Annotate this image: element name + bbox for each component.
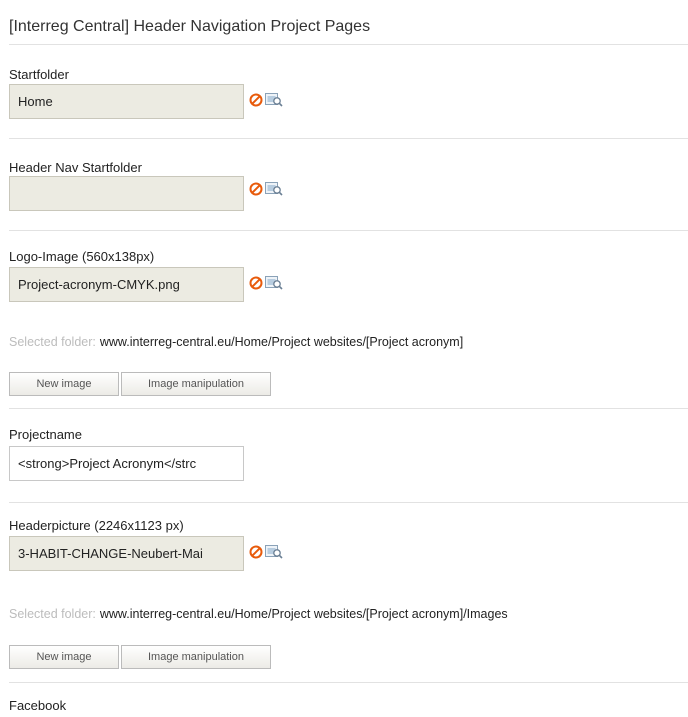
- divider: [9, 408, 688, 409]
- selected-folder-path: www.interreg-central.eu/Home/Project web…: [99, 335, 464, 349]
- startfolder-actions: [249, 93, 283, 111]
- cancel-icon[interactable]: [249, 93, 263, 112]
- selected-folder-headerpicture: Selected folder: www.interreg-central.eu/…: [9, 607, 508, 621]
- startfolder-label: Startfolder: [9, 67, 69, 82]
- new-image-button[interactable]: New image: [9, 372, 119, 396]
- image-browse-icon[interactable]: [265, 181, 283, 201]
- cancel-icon[interactable]: [249, 545, 263, 564]
- divider: [9, 230, 688, 231]
- selected-folder-key: Selected folder:: [9, 335, 96, 349]
- image-browse-icon[interactable]: [265, 544, 283, 564]
- startfolder-field[interactable]: Home: [9, 84, 244, 119]
- image-browse-icon[interactable]: [265, 275, 283, 295]
- divider: [9, 44, 688, 45]
- divider: [9, 682, 688, 683]
- logo-image-actions: [249, 276, 283, 294]
- page-title: [Interreg Central] Header Navigation Pro…: [9, 18, 371, 35]
- cancel-icon[interactable]: [249, 182, 263, 201]
- logo-image-field[interactable]: Project-acronym-CMYK.png: [9, 267, 244, 302]
- selected-folder-key: Selected folder:: [9, 607, 96, 621]
- selected-folder-logo: Selected folder: www.interreg-central.eu/…: [9, 335, 463, 349]
- header-nav-startfolder-label: Header Nav Startfolder: [9, 160, 142, 175]
- cancel-icon[interactable]: [249, 276, 263, 295]
- image-browse-icon[interactable]: [265, 92, 283, 112]
- image-manipulation-button[interactable]: Image manipulation: [121, 645, 271, 669]
- header-navigation-project-pages-form: [Interreg Central] Header Navigation Pro…: [0, 0, 688, 717]
- header-nav-startfolder-field[interactable]: [9, 176, 244, 211]
- image-manipulation-button[interactable]: Image manipulation: [121, 372, 271, 396]
- headerpicture-actions: [249, 545, 283, 563]
- projectname-input[interactable]: <strong>Project Acronym</strc: [9, 446, 244, 481]
- projectname-label: Projectname: [9, 427, 82, 442]
- facebook-label: Facebook: [9, 698, 67, 713]
- selected-folder-path: www.interreg-central.eu/Home/Project web…: [99, 607, 508, 621]
- new-image-button[interactable]: New image: [9, 645, 119, 669]
- headerpicture-field[interactable]: 3-HABIT-CHANGE-Neubert-Mai: [9, 536, 244, 571]
- header-nav-startfolder-actions: [249, 182, 283, 200]
- divider: [9, 502, 688, 503]
- headerpicture-label: Headerpicture (2246x1123 px): [9, 518, 184, 533]
- logo-image-label: Logo-Image (560x138px): [9, 249, 155, 264]
- divider: [9, 138, 688, 139]
